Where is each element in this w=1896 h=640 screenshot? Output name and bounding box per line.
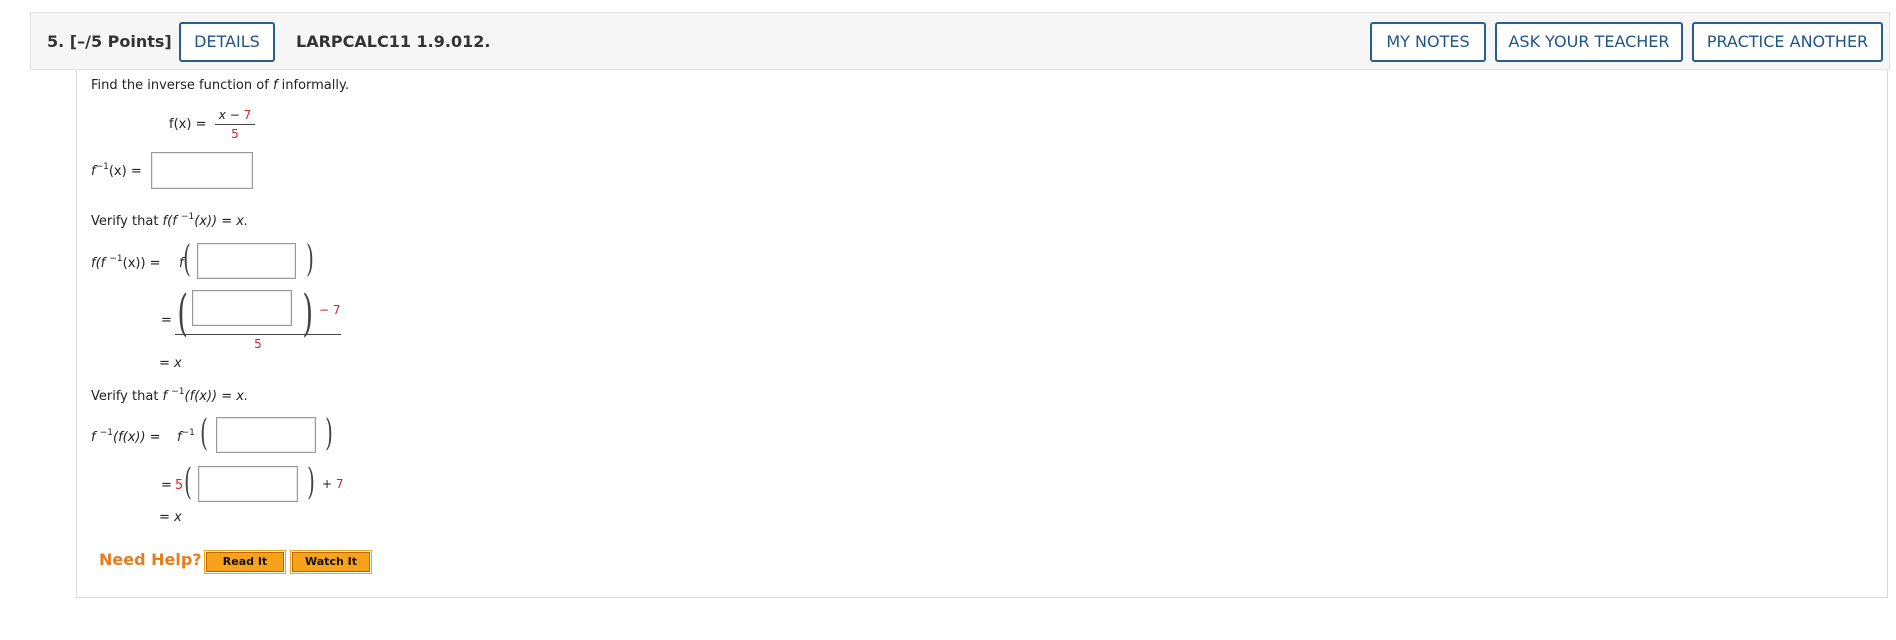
inverse-lhs: f−1(x) =	[91, 162, 142, 179]
verify1-fraction-input[interactable]	[192, 290, 292, 326]
verify1-close-paren: )	[306, 239, 314, 280]
verify1-frac-close-paren: )	[302, 284, 314, 342]
question-code: LARPCALC11 1.9.012.	[296, 32, 491, 51]
verify2-coef: 5	[175, 478, 184, 493]
fraction-bar	[215, 124, 255, 125]
details-button[interactable]: DETAILS	[179, 22, 275, 62]
verify2-outer-finv: f−1	[177, 428, 195, 445]
verify2-expr-input[interactable]	[198, 466, 298, 502]
verify2-close-paren: )	[325, 413, 333, 454]
watch-it-button[interactable]: Watch It	[290, 550, 372, 574]
verify2-title: Verify that f −1(f(x)) = x.	[91, 387, 249, 404]
verify2-eq-sign: =	[161, 478, 172, 493]
my-notes-button[interactable]: MY NOTES	[1370, 22, 1486, 62]
question-number-points: 5. [–/5 Points]	[47, 32, 172, 51]
verify2-open-paren: (	[200, 413, 208, 454]
verify1-title: Verify that f(f −1(x)) = x.	[91, 212, 249, 229]
need-help-label: Need Help?	[99, 550, 202, 569]
verify1-eq-sign: =	[161, 313, 172, 328]
inverse-answer-input[interactable]	[151, 152, 253, 189]
verify2-expr-close-paren: )	[307, 462, 315, 503]
function-numerator: x − 7	[218, 108, 252, 122]
verify1-minus-const: − 7	[319, 303, 341, 317]
verify2-plus-const: + 7	[322, 477, 344, 491]
verify2-lhs: f −1(f(x)) =	[91, 428, 161, 445]
practice-another-button[interactable]: PRACTICE ANOTHER	[1692, 22, 1883, 62]
verify1-fraction-bar	[175, 334, 341, 335]
function-definition-lhs: f(x) =	[169, 117, 207, 132]
question-points: [–/5 Points]	[69, 32, 172, 51]
verify2-result: = x	[159, 510, 182, 525]
verify2-inner-input[interactable]	[216, 417, 316, 453]
verify1-open-paren: (	[183, 239, 191, 280]
verify1-frac-open-paren: (	[177, 284, 189, 342]
question-header: 5. [–/5 Points] DETAILS LARPCALC11 1.9.0…	[30, 12, 1890, 70]
problem-prompt: Find the inverse function of f informall…	[91, 78, 349, 93]
verify1-lhs: f(f −1(x)) =	[91, 254, 161, 271]
verify2-expr-open-paren: (	[184, 462, 192, 503]
function-denominator: 5	[231, 127, 239, 141]
verify1-result: = x	[159, 356, 182, 371]
ask-your-teacher-button[interactable]: ASK YOUR TEACHER	[1495, 22, 1683, 62]
verify1-inner-input[interactable]	[197, 243, 296, 279]
read-it-button[interactable]: Read It	[204, 550, 286, 574]
question-number: 5.	[47, 32, 65, 51]
verify1-denominator: 5	[254, 337, 262, 351]
question-body: Find the inverse function of f informall…	[76, 70, 1888, 598]
